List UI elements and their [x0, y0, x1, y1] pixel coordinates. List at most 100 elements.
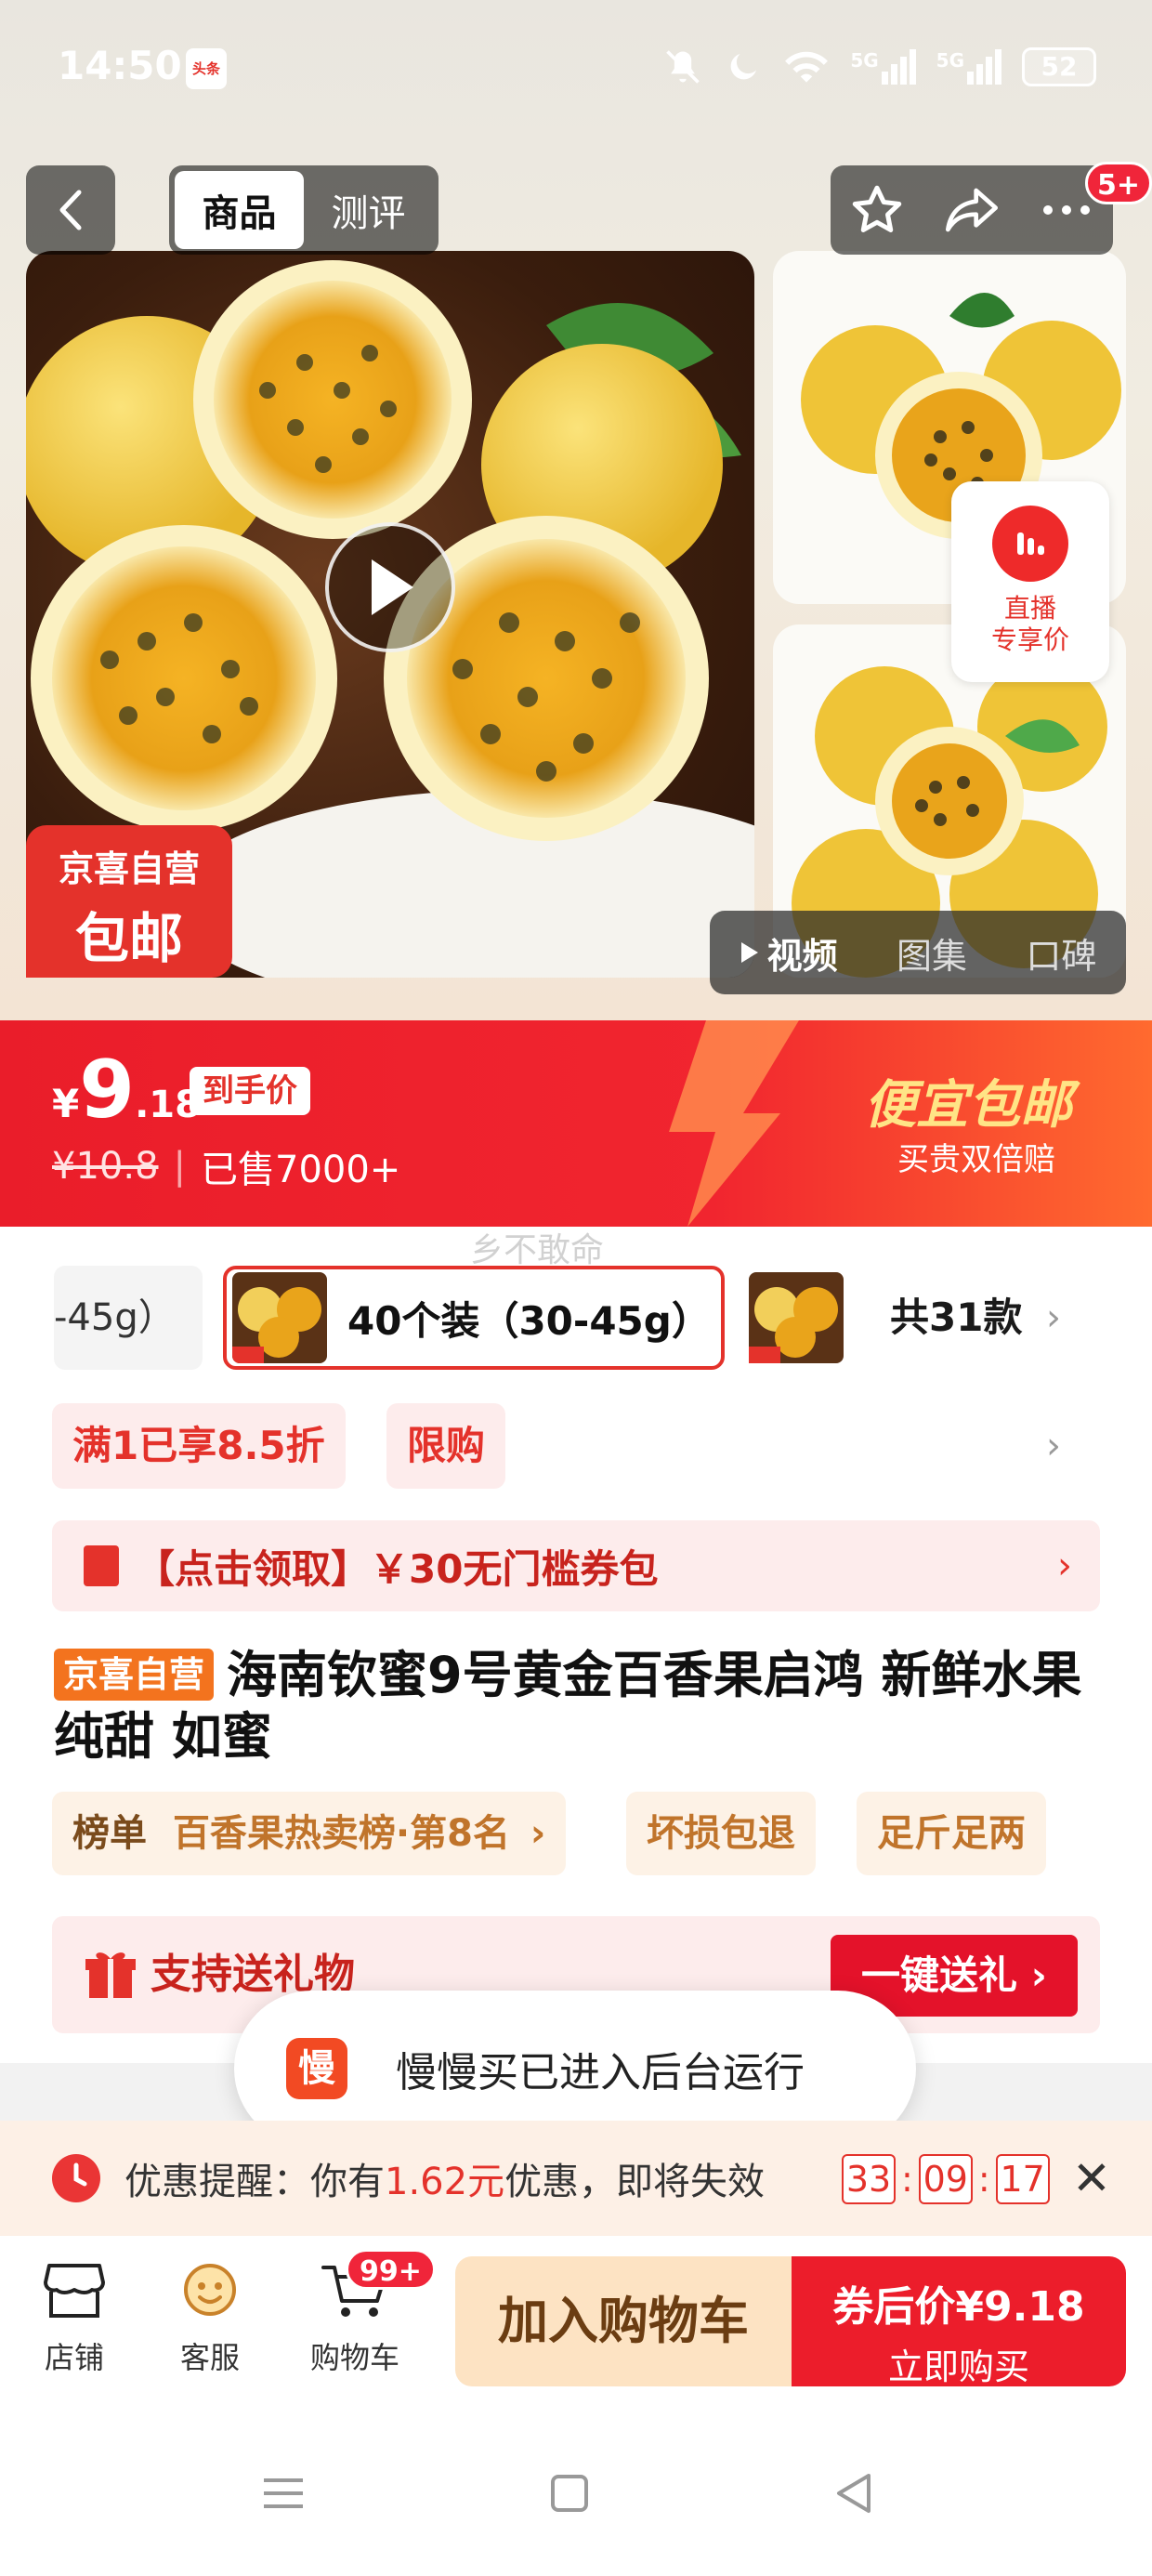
system-navigation-bar — [0, 2403, 1152, 2576]
countdown-timer: 33 : 09 : 17 — [842, 2154, 1050, 2204]
final-price-tag: 到手价 — [190, 1067, 310, 1115]
price-banner: ¥ 9 .18 到手价 ¥10.8 | 已售7000+ 便宜包邮 买贵双倍赔 — [0, 1020, 1152, 1227]
media-tab-video[interactable]: 视频 — [740, 927, 838, 979]
promo-tag-line2: 包邮 — [74, 907, 183, 970]
sku-option-selected[interactable]: 40个装（30-45g） — [223, 1266, 725, 1370]
status-time: 14:50 — [58, 43, 182, 88]
reminder-suffix: 优惠，即将失效 — [504, 2161, 766, 2203]
price-guarantee-text: 买贵双倍赔 — [897, 1141, 1055, 1178]
tab-review[interactable]: 测评 — [304, 171, 433, 249]
watermark-text: 乡不敢命 — [470, 1231, 605, 1269]
sold-count: 已售7000+ — [201, 1149, 401, 1191]
back-button[interactable] — [26, 165, 115, 255]
coupon-pack-banner[interactable]: 【点击领取】￥30无门槛券包 › — [52, 1520, 1100, 1611]
sku-selector: -45g） 40个装（30-45g） 共31款 › — [0, 1266, 1152, 1370]
close-icon[interactable]: ✕ — [1072, 2150, 1111, 2206]
self-operated-free-shipping-tag: 京喜自营 包邮 — [26, 825, 232, 978]
status-bar: 14:50 头条 5G 5G 52 — [0, 0, 1152, 139]
header-tabs: 商品 测评 — [169, 165, 439, 255]
mute-icon — [666, 50, 700, 84]
discount-chip: 满1已享8.5折 — [52, 1403, 346, 1489]
buy-now-price: 券后价¥9.18 — [832, 2283, 1085, 2331]
chevron-right-icon[interactable]: › — [1046, 1266, 1061, 1370]
badges-row: 榜单 百香果热卖榜·第8名 › 坏损包退 足斤足两 — [0, 1792, 1152, 1875]
play-video-button[interactable] — [325, 522, 455, 652]
back-triangle-icon[interactable] — [821, 2461, 886, 2526]
media-tab-album[interactable]: 图集 — [897, 927, 967, 979]
chevron-right-icon: › — [530, 1812, 546, 1855]
ranking-label: 榜单 — [72, 1812, 147, 1855]
media-tabs: 视频 图集 口碑 — [710, 911, 1126, 994]
play-icon — [372, 559, 413, 615]
divider: | — [173, 1145, 186, 1188]
product-title: 京喜自营 海南钦蜜9号黄金百香果启鸿 新鲜水果纯甜 如蜜 — [54, 1645, 1104, 1768]
customer-service-label: 客服 — [179, 2340, 240, 2375]
network-type-1: 5G — [850, 49, 879, 72]
battery-icon: 52 — [1022, 47, 1096, 86]
promotion-row[interactable]: 满1已享8.5折 限购 › — [0, 1403, 1152, 1489]
manmanmai-app-icon: 慢 — [286, 2038, 347, 2099]
buy-now-label: 立即购买 — [887, 2346, 1029, 2387]
sku-option-previous[interactable]: -45g） — [54, 1266, 203, 1370]
live-label-line2: 专享价 — [990, 624, 1069, 655]
dnd-moon-icon — [730, 54, 757, 80]
signal-5g-icon: 5G — [850, 49, 916, 85]
menu-icon[interactable] — [251, 2461, 316, 2526]
lightning-decoration — [669, 1020, 799, 1227]
more-icon[interactable] — [1039, 201, 1094, 219]
favorite-star-icon[interactable] — [849, 182, 905, 238]
reminder-amount: 1.62元 — [385, 2161, 505, 2203]
shop-button[interactable]: 店铺 — [19, 2256, 130, 2377]
message-count-badge: 5+ — [1085, 162, 1152, 204]
store-icon — [44, 2264, 105, 2318]
product-gallery: 14:50 头条 5G 5G 52 直播 专享价 京喜自营 包邮 视频 图集 口… — [0, 0, 1152, 1022]
live-icon — [992, 506, 1068, 582]
live-stream-entry[interactable]: 直播 专享价 — [951, 481, 1109, 682]
ranking-chip[interactable]: 榜单 百香果热卖榜·第8名 › — [52, 1792, 567, 1875]
final-price: ¥ 9 .18 — [52, 1050, 201, 1130]
signal-5g-icon-2: 5G — [936, 49, 1001, 85]
discount-reminder-bar: 优惠提醒：你有1.62元优惠，即将失效 33 : 09 : 17 ✕ — [0, 2121, 1152, 2236]
self-operated-tag: 京喜自营 — [54, 1649, 215, 1701]
countdown-seconds: 17 — [995, 2154, 1050, 2204]
sku-option-next[interactable] — [749, 1266, 862, 1370]
promo-tag-line1: 京喜自营 — [58, 848, 200, 889]
countdown-minutes: 09 — [918, 2154, 973, 2204]
customer-service-button[interactable]: 客服 — [154, 2256, 266, 2377]
header-actions — [831, 165, 1113, 255]
original-price-row: ¥10.8 | 已售7000+ — [52, 1139, 400, 1193]
play-small-icon — [740, 942, 758, 963]
purchase-limit-chip: 限购 — [386, 1403, 506, 1489]
sku-total-count[interactable]: 共31款 — [890, 1266, 1022, 1370]
toutiao-app-icon: 头条 — [186, 48, 227, 89]
add-to-cart-button[interactable]: 加入购物车 — [455, 2256, 792, 2386]
coupon-icon — [84, 1545, 119, 1586]
reminder-prefix: 优惠提醒：你有 — [124, 2161, 385, 2203]
tab-product[interactable]: 商品 — [175, 171, 304, 249]
cart-count-badge: 99+ — [346, 2249, 436, 2290]
sku-selected-label: 40个装（30-45g） — [347, 1297, 711, 1344]
chevron-right-icon: › — [1057, 1544, 1072, 1587]
cheap-free-shipping-slogan: 便宜包邮 — [864, 1075, 1072, 1136]
status-indicators: 5G 5G 52 — [662, 41, 1096, 93]
toast-message: 慢慢买已进入后台运行 — [396, 2049, 805, 2096]
chevron-right-icon[interactable]: › — [1046, 1403, 1061, 1489]
ranking-value: 百香果热卖榜·第8名 — [172, 1812, 510, 1855]
share-icon[interactable] — [943, 184, 1001, 236]
home-icon[interactable] — [537, 2461, 602, 2526]
network-type-2: 5G — [936, 49, 964, 72]
sku-thumbnail — [232, 1272, 327, 1363]
coupon-text: 【点击领取】￥30无门槛券包 — [136, 1545, 659, 1592]
sku-next-thumbnail — [749, 1272, 844, 1363]
clock-icon — [52, 2154, 100, 2202]
damage-refund-chip: 坏损包退 — [626, 1792, 816, 1875]
wifi-icon — [785, 51, 829, 83]
cart-label: 购物车 — [309, 2340, 399, 2375]
media-tab-reviews[interactable]: 口碑 — [1026, 927, 1096, 979]
buy-now-button[interactable]: 券后价¥9.18 立即购买 — [792, 2256, 1126, 2387]
gift-icon — [85, 1952, 136, 1998]
media-tab-video-label: 视频 — [766, 935, 838, 977]
back-arrow-icon — [59, 190, 82, 230]
live-label-line1: 直播 — [1003, 593, 1056, 624]
price-integer: 9 — [79, 1044, 136, 1137]
